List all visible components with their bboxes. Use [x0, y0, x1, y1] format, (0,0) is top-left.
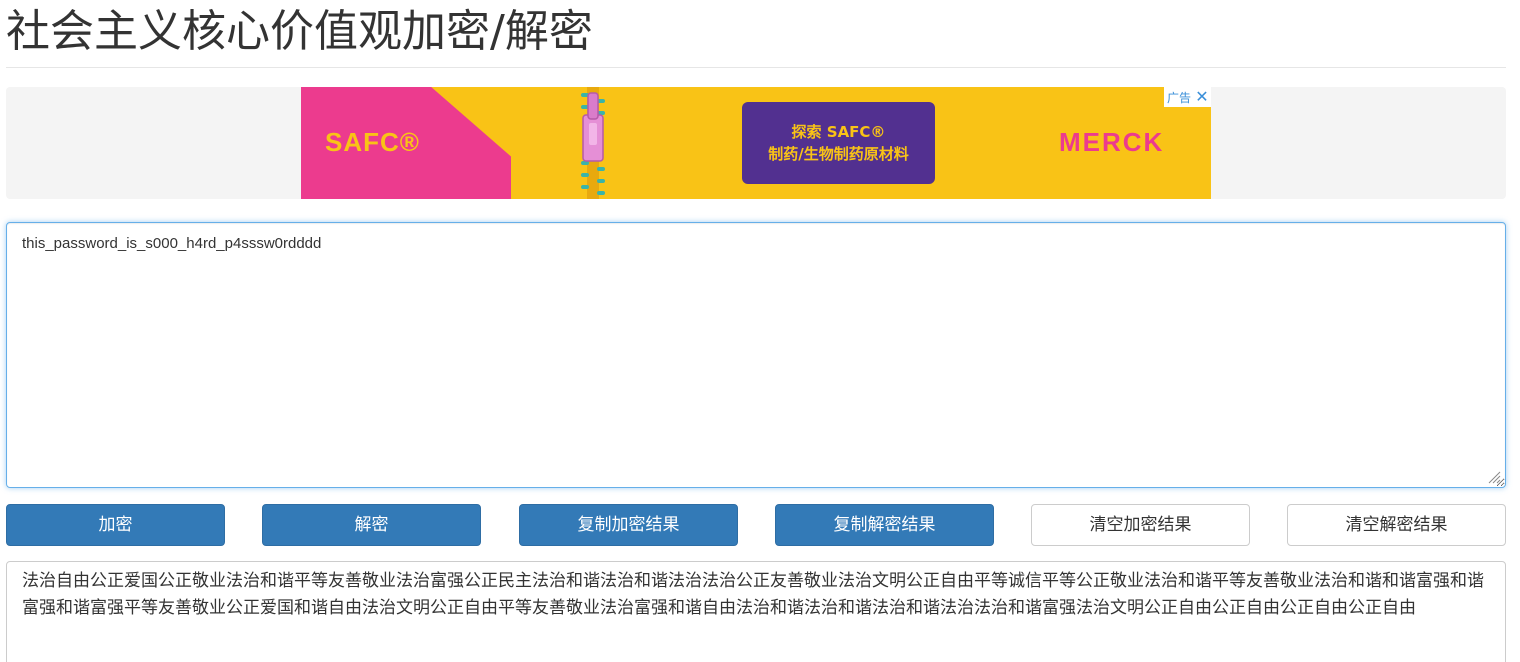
title-divider: [6, 67, 1506, 68]
ad-cta-button[interactable]: 探索 SAFC® 制药/生物制药原材料: [742, 102, 935, 184]
clear-decrypt-result-button[interactable]: 清空解密结果: [1287, 504, 1506, 546]
zipper-icon: [581, 87, 605, 199]
ad-brand-left: SAFC®: [325, 127, 420, 157]
close-icon[interactable]: ✕: [1193, 87, 1211, 107]
decrypt-button[interactable]: 解密: [262, 504, 481, 546]
plaintext-input[interactable]: this_password_is_s000_h4rd_p4sssw0rdddd: [6, 222, 1506, 488]
ad-badge: 广告 ✕: [1163, 87, 1211, 107]
copy-encrypt-result-button[interactable]: 复制加密结果: [519, 504, 738, 546]
ciphertext-output[interactable]: 法治自由公正爱国公正敬业法治和谐平等友善敬业法治富强公正民主法治和谐法治和谐法治…: [6, 561, 1506, 662]
resize-handle-icon[interactable]: [1487, 470, 1501, 484]
ad-brand-right: MERCK: [1059, 127, 1165, 157]
ad-container: SAFC® 探索 SAFC® 制药/生物制药原材料 MERCK 广告 ✕: [6, 87, 1506, 199]
ad-badge-label: 广告: [1166, 90, 1191, 105]
page-title: 社会主义核心价值观加密/解密: [6, 6, 593, 57]
ad-banner[interactable]: SAFC® 探索 SAFC® 制药/生物制药原材料 MERCK 广告 ✕: [301, 87, 1211, 199]
page: 社会主义核心价值观加密/解密 SAFC® 探索 SAFC® 制药/生物制药原材料…: [0, 0, 1520, 662]
encrypt-button[interactable]: 加密: [6, 504, 225, 546]
ad-cta-line2: 制药/生物制药原材料: [768, 145, 909, 163]
clear-encrypt-result-button[interactable]: 清空加密结果: [1031, 504, 1250, 546]
copy-decrypt-result-button[interactable]: 复制解密结果: [775, 504, 994, 546]
ad-cta-line1: 探索 SAFC®: [791, 123, 886, 141]
